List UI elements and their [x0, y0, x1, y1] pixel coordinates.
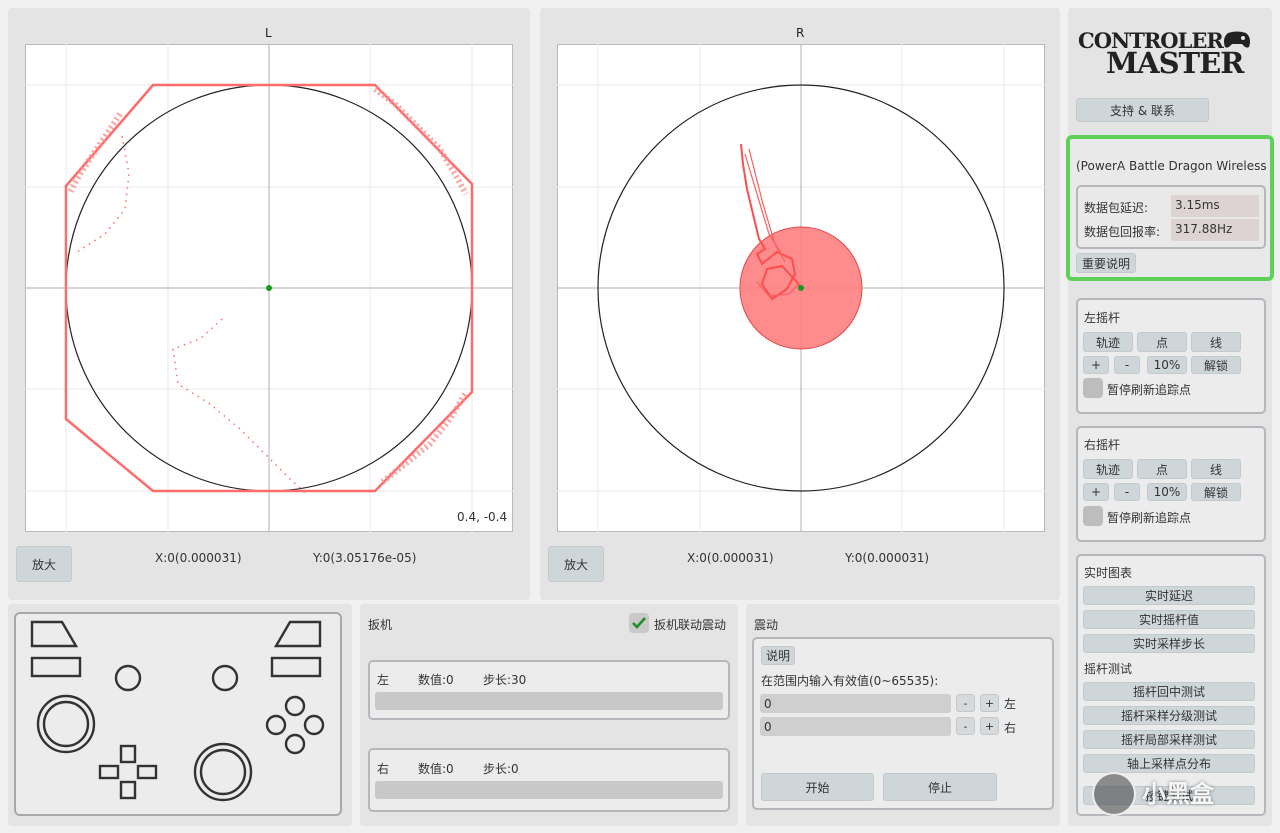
- left-stick-plot: [25, 44, 513, 532]
- rate-label: 数据包回报率:: [1084, 225, 1161, 239]
- left-pause-checkbox[interactable]: [1083, 378, 1103, 398]
- left-zoom-button[interactable]: 放大: [16, 546, 72, 582]
- left-trigger-box: [368, 660, 730, 720]
- left-stick-title: 左摇杆: [1084, 311, 1121, 325]
- right-trigger-box: [368, 748, 730, 812]
- right-percent-display: 10%: [1147, 483, 1187, 501]
- right-trigger-side: 右: [377, 762, 390, 776]
- left-corner-readout: 0.4, -0.4: [457, 510, 508, 524]
- checkmark-icon: [632, 617, 646, 629]
- right-center-dot: [798, 285, 804, 291]
- realtime-charts-title: 实时图表: [1084, 566, 1133, 580]
- latency-value: 3.15ms: [1171, 195, 1259, 217]
- vibration-explain-button[interactable]: 说明: [761, 646, 795, 665]
- left-plot-title: L: [265, 26, 272, 40]
- left-minus-button[interactable]: -: [1114, 356, 1140, 374]
- right-pause-checkbox[interactable]: [1083, 506, 1103, 526]
- left-x-readout: X:0(0.000031): [155, 551, 242, 565]
- right-pause-label: 暂停刷新追踪点: [1107, 511, 1192, 525]
- vibration-start-button[interactable]: 开始: [761, 773, 874, 801]
- left-trigger-step: 步长:30: [483, 673, 527, 687]
- device-name: (PowerA Battle Dragon Wireless C: [1076, 159, 1274, 173]
- trigger-link-label: 扳机联动震动: [654, 618, 727, 632]
- right-stick-plot: [557, 44, 1045, 532]
- left-y-readout: Y:0(3.05176e-05): [313, 551, 417, 565]
- app-logo: CONTROLER MASTER: [1078, 28, 1258, 80]
- left-trigger-value: 数值:0: [418, 673, 454, 687]
- left-trigger-side: 左: [377, 673, 390, 687]
- right-plus-button[interactable]: +: [1083, 483, 1109, 501]
- axis-distribution-button[interactable]: 轴上采样点分布: [1083, 754, 1255, 773]
- left-unlock-button[interactable]: 解锁: [1191, 356, 1241, 374]
- right-dot-button[interactable]: 点: [1137, 459, 1187, 479]
- rate-value: 317.88Hz: [1171, 219, 1259, 241]
- left-line-button[interactable]: 线: [1191, 332, 1241, 352]
- triggers-title: 扳机: [368, 618, 393, 632]
- realtime-stick-value-button[interactable]: 实时摇杆值: [1083, 610, 1255, 629]
- left-vibration-input[interactable]: 0: [760, 694, 951, 713]
- left-trail-button[interactable]: 轨迹: [1083, 332, 1133, 352]
- right-vibration-side: 右: [1004, 721, 1017, 735]
- right-stick-title: 右摇杆: [1084, 438, 1121, 452]
- right-vibration-input[interactable]: 0: [760, 717, 951, 736]
- watermark-text: 小黑盒: [1142, 780, 1214, 808]
- trigger-link-checkbox[interactable]: [629, 613, 649, 633]
- left-pause-label: 暂停刷新追踪点: [1107, 383, 1192, 397]
- stick-test-title: 摇杆测试: [1084, 662, 1133, 676]
- right-trigger-step: 步长:0: [483, 762, 519, 776]
- vibration-hint: 在范围内输入有效值(0~65535):: [761, 674, 939, 688]
- gamepad-diagram: [14, 612, 342, 816]
- stick-local-test-button[interactable]: 摇杆局部采样测试: [1083, 730, 1255, 749]
- right-unlock-button[interactable]: 解锁: [1191, 483, 1241, 501]
- right-vibration-minus[interactable]: -: [956, 717, 975, 735]
- left-percent-display: 10%: [1147, 356, 1187, 374]
- logo-line-2: MASTER: [1106, 46, 1244, 80]
- stick-grading-test-button[interactable]: 摇杆采样分级测试: [1083, 706, 1255, 725]
- left-center-dot: [266, 285, 272, 291]
- latency-label: 数据包延迟:: [1084, 201, 1149, 215]
- right-plot-title: R: [796, 26, 805, 40]
- right-minus-button[interactable]: -: [1114, 483, 1140, 501]
- right-trigger-value: 数值:0: [418, 762, 454, 776]
- right-vibration-plus[interactable]: +: [980, 717, 999, 735]
- right-y-readout: Y:0(0.000031): [845, 551, 930, 565]
- right-trail-button[interactable]: 轨迹: [1083, 459, 1133, 479]
- realtime-latency-button[interactable]: 实时延迟: [1083, 586, 1255, 605]
- right-line-button[interactable]: 线: [1191, 459, 1241, 479]
- realtime-sample-step-button[interactable]: 实时采样步长: [1083, 634, 1255, 653]
- important-notes-button[interactable]: 重要说明: [1076, 253, 1136, 273]
- left-trigger-bar: [375, 692, 723, 710]
- left-vibration-minus[interactable]: -: [956, 694, 975, 712]
- right-zoom-button[interactable]: 放大: [548, 546, 604, 582]
- left-plus-button[interactable]: +: [1083, 356, 1109, 374]
- left-dot-button[interactable]: 点: [1137, 332, 1187, 352]
- right-x-readout: X:0(0.000031): [687, 551, 774, 565]
- device-info-box: (PowerA Battle Dragon Wireless C 数据包延迟: …: [1066, 135, 1274, 281]
- packet-stats-box: 数据包延迟: 3.15ms 数据包回报率: 317.88Hz: [1076, 185, 1266, 249]
- stick-center-test-button[interactable]: 摇杆回中测试: [1083, 682, 1255, 701]
- right-trigger-bar: [375, 781, 723, 799]
- support-contact-button[interactable]: 支持 & 联系: [1076, 98, 1209, 122]
- watermark-icon: [1092, 772, 1136, 816]
- left-vibration-side: 左: [1004, 697, 1017, 711]
- left-vibration-plus[interactable]: +: [980, 694, 999, 712]
- vibration-stop-button[interactable]: 停止: [883, 773, 997, 801]
- vibration-title: 震动: [754, 618, 779, 632]
